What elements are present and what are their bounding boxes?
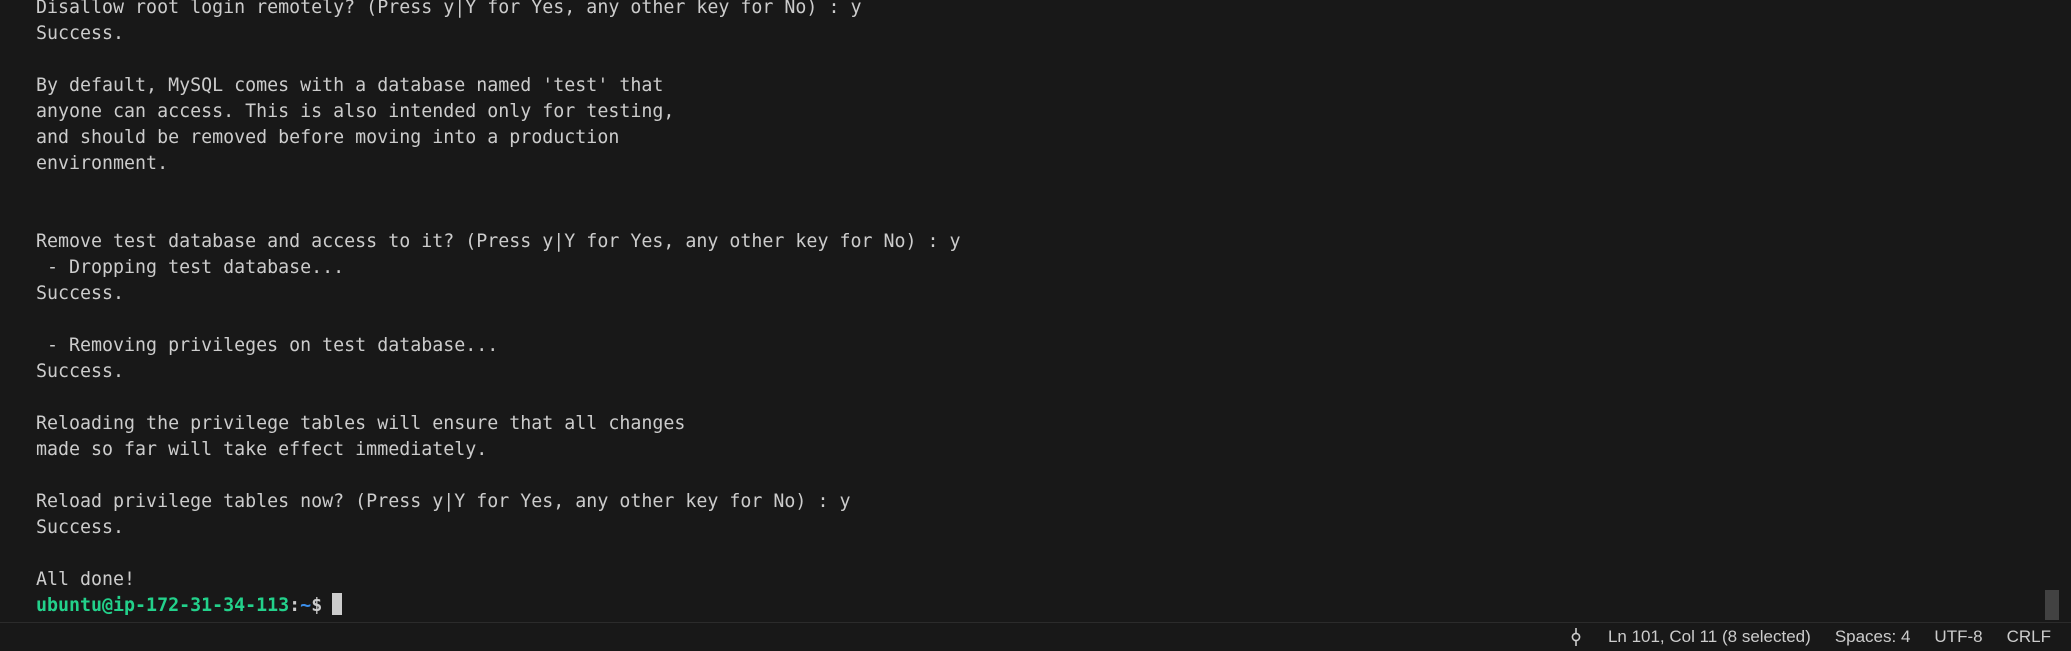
terminal-line: anyone can access. This is also intended… <box>36 101 675 122</box>
prompt-path: ~ <box>300 595 312 616</box>
terminal-scrollbar-thumb[interactable] <box>2045 590 2059 620</box>
terminal-line: Disallow root login remotely? (Press y|Y… <box>36 0 862 18</box>
terminal-line: and should be removed before moving into… <box>36 127 620 148</box>
line-ending-indicator[interactable]: CRLF <box>1995 623 2063 651</box>
terminal-line: By default, MySQL comes with a database … <box>36 75 664 96</box>
source-control-graph-icon-svg <box>1571 628 1581 646</box>
prompt-separator: : <box>289 595 301 616</box>
terminal-line: All done! <box>36 569 136 590</box>
status-bar: Ln 101, Col 11 (8 selected) Spaces: 4 UT… <box>0 622 2071 651</box>
prompt-user-host: ubuntu@ip-172-31-34-113 <box>36 595 290 616</box>
encoding-indicator[interactable]: UTF-8 <box>1922 623 1994 651</box>
terminal-line: made so far will take effect immediately… <box>36 439 488 460</box>
cursor-position-indicator[interactable]: Ln 101, Col 11 (8 selected) <box>1596 623 1823 651</box>
terminal-line: Success. <box>36 361 125 382</box>
indentation-indicator[interactable]: Spaces: 4 <box>1823 623 1923 651</box>
terminal-line: - Removing privileges on test database..… <box>36 335 499 356</box>
terminal-line: Success. <box>36 23 125 44</box>
terminal-line: Reloading the privilege tables will ensu… <box>36 413 686 434</box>
terminal-line: - Dropping test database... <box>36 257 345 278</box>
source-control-graph-icon[interactable] <box>1556 627 1596 647</box>
terminal-line: Success. <box>36 283 125 304</box>
terminal-line: environment. <box>36 153 169 174</box>
terminal-line: Reload privilege tables now? (Press y|Y … <box>36 491 851 512</box>
text-cursor <box>332 593 343 615</box>
prompt-symbol: $ <box>311 595 323 616</box>
shell-prompt[interactable]: ubuntu@ip-172-31-34-113:~$ <box>36 593 961 619</box>
terminal-output: Disallow root login remotely? (Press y|Y… <box>36 0 961 619</box>
terminal-line: Success. <box>36 517 125 538</box>
status-bar-right-items: Ln 101, Col 11 (8 selected) Spaces: 4 UT… <box>1556 623 2063 651</box>
terminal-line: Remove test database and access to it? (… <box>36 231 961 252</box>
terminal-panel[interactable]: Disallow root login remotely? (Press y|Y… <box>0 0 2071 622</box>
